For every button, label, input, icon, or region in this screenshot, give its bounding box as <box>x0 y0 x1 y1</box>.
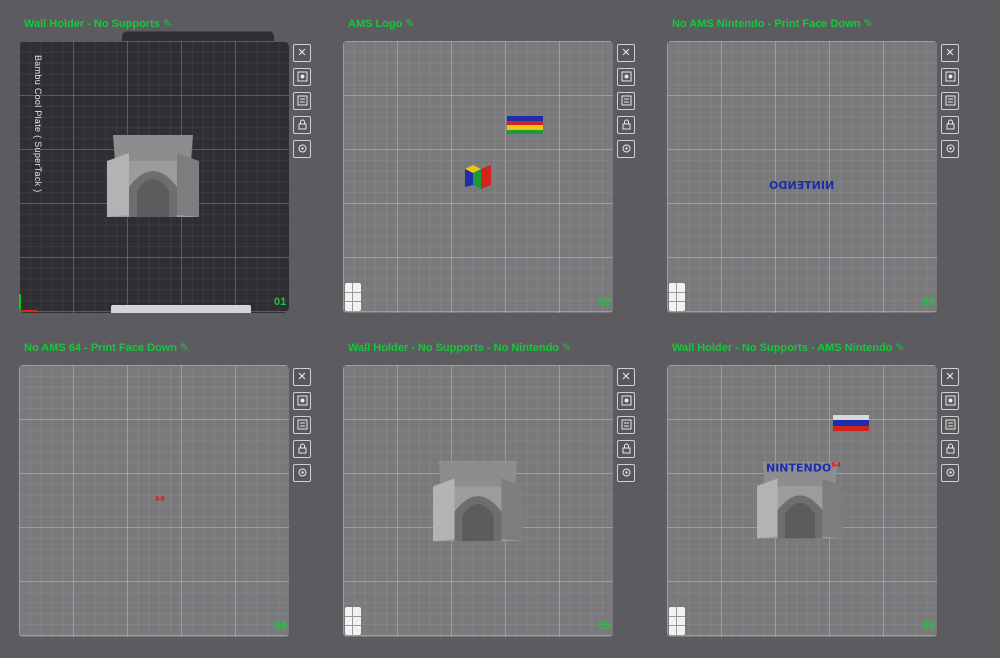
build-plate[interactable]: 64 <box>19 365 289 637</box>
plate-title[interactable]: Wall Holder - No Supports ✎ <box>24 17 172 30</box>
lock-icon[interactable] <box>293 116 311 134</box>
build-plate[interactable] <box>343 41 613 313</box>
close-icon[interactable]: ✕ <box>941 368 959 386</box>
plate-cell-04: No AMS 64 - Print Face Down ✎ 64 04 ✕ <box>0 324 324 644</box>
nintendo-logo-text: NINTENDO <box>766 461 832 475</box>
plate-title[interactable]: No AMS Nintendo - Print Face Down ✎ <box>672 17 873 30</box>
lock-icon[interactable] <box>941 440 959 458</box>
edit-icon[interactable]: ✎ <box>405 17 414 30</box>
arrange-icon[interactable] <box>617 392 635 410</box>
build-plate[interactable]: NINTENDO64 <box>667 365 937 637</box>
arrange-icon[interactable] <box>617 68 635 86</box>
plate-cell-02: AMS Logo ✎ 02 ✕ <box>324 0 648 320</box>
settings-icon[interactable] <box>617 464 635 482</box>
plate-title[interactable]: No AMS 64 - Print Face Down ✎ <box>24 341 189 354</box>
layers-icon[interactable] <box>293 92 311 110</box>
plate-cell-06: Wall Holder - No Supports - AMS Nintendo… <box>648 324 972 644</box>
layers-icon[interactable] <box>941 416 959 434</box>
plate-number: 06 <box>922 620 935 632</box>
plate-toolbar: ✕ <box>941 44 959 164</box>
plate-title[interactable]: AMS Logo ✎ <box>348 17 415 30</box>
close-icon[interactable]: ✕ <box>293 368 311 386</box>
nintendo-logo-sup: 64 <box>831 461 841 469</box>
lock-icon[interactable] <box>617 116 635 134</box>
plate-toolbar: ✕ <box>293 44 311 164</box>
edit-icon[interactable]: ✎ <box>562 341 571 354</box>
plate-toolbar: ✕ <box>293 368 311 488</box>
plate-bottom-strip <box>111 305 251 313</box>
lock-icon[interactable] <box>941 116 959 134</box>
settings-icon[interactable] <box>293 140 311 158</box>
wall-holder-model[interactable] <box>433 457 523 545</box>
arrange-icon[interactable] <box>293 68 311 86</box>
arrange-icon[interactable] <box>293 392 311 410</box>
plate-number: 01 <box>274 296 287 308</box>
n64-logo-model[interactable] <box>463 163 493 189</box>
color-stripes-model[interactable] <box>833 415 869 431</box>
layers-icon[interactable] <box>293 416 311 434</box>
nintendo-logo-model[interactable]: NINTENDO64 <box>766 461 841 475</box>
plate-number: 02 <box>598 296 611 308</box>
plate-number: 04 <box>274 620 287 632</box>
plate-title[interactable]: Wall Holder - No Supports - AMS Nintendo… <box>672 341 905 354</box>
plate-toolbar: ✕ <box>617 368 635 488</box>
n64-text-model[interactable]: 64 <box>155 495 165 503</box>
plate-type-label: Bambu Cool Plate ( SuperTack ) <box>33 55 43 193</box>
color-stripes-model[interactable] <box>507 116 543 134</box>
x-axis-indicator <box>19 310 37 312</box>
lock-icon[interactable] <box>617 440 635 458</box>
layers-icon[interactable] <box>617 92 635 110</box>
settings-icon[interactable] <box>293 464 311 482</box>
plate-legend <box>669 283 685 311</box>
plate-number: 03 <box>922 296 935 308</box>
close-icon[interactable]: ✕ <box>941 44 959 62</box>
layers-icon[interactable] <box>941 92 959 110</box>
build-plate[interactable]: Bambu Cool Plate ( SuperTack ) <box>19 41 289 313</box>
plate-legend <box>669 607 685 635</box>
plate-cell-01: Wall Holder - No Supports ✎ Bambu Cool Pl… <box>0 0 324 320</box>
plate-legend <box>345 607 361 635</box>
build-plate[interactable]: NINTENDO <box>667 41 937 313</box>
edit-icon[interactable]: ✎ <box>180 341 189 354</box>
edit-icon[interactable]: ✎ <box>863 17 872 30</box>
nintendo-text-model[interactable]: NINTENDO <box>769 179 834 192</box>
close-icon[interactable]: ✕ <box>293 44 311 62</box>
build-plate[interactable] <box>343 365 613 637</box>
plate-toolbar: ✕ <box>941 368 959 488</box>
close-icon[interactable]: ✕ <box>617 368 635 386</box>
plate-cell-05: Wall Holder - No Supports - No Nintendo ✎… <box>324 324 648 644</box>
settings-icon[interactable] <box>941 140 959 158</box>
wall-holder-model[interactable] <box>107 131 199 221</box>
arrange-icon[interactable] <box>941 392 959 410</box>
close-icon[interactable]: ✕ <box>617 44 635 62</box>
plate-title[interactable]: Wall Holder - No Supports - No Nintendo ✎ <box>348 341 571 354</box>
plate-toolbar: ✕ <box>617 44 635 164</box>
layers-icon[interactable] <box>617 416 635 434</box>
settings-icon[interactable] <box>617 140 635 158</box>
arrange-icon[interactable] <box>941 68 959 86</box>
y-axis-indicator <box>19 294 21 312</box>
edit-icon[interactable]: ✎ <box>895 341 904 354</box>
plate-legend <box>345 283 361 311</box>
lock-icon[interactable] <box>293 440 311 458</box>
settings-icon[interactable] <box>941 464 959 482</box>
plate-cell-03: No AMS Nintendo - Print Face Down ✎ NINTE… <box>648 0 972 320</box>
edit-icon[interactable]: ✎ <box>163 17 172 30</box>
plate-number: 05 <box>598 620 611 632</box>
